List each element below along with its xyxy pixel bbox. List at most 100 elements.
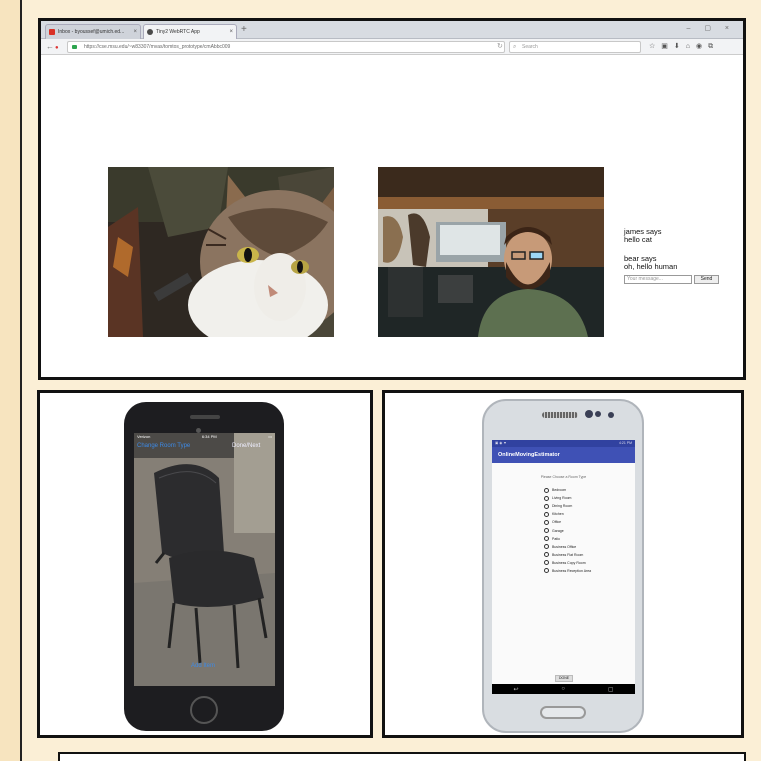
room-type-label: Business Flat Room [552, 552, 584, 557]
radio-button-icon[interactable] [544, 519, 549, 525]
room-type-option[interactable]: Business Copy Room [544, 559, 591, 567]
tab-label: Tiny2 WebRTC App [156, 29, 200, 35]
local-video-person [378, 167, 604, 337]
radio-button-icon[interactable] [544, 536, 549, 542]
page-margin [0, 0, 22, 761]
room-type-label: Garage [552, 528, 564, 533]
sensor [608, 412, 614, 418]
reload-icon[interactable]: ↻ [497, 42, 503, 52]
person-image [378, 167, 604, 337]
room-type-option[interactable]: Business Flat Room [544, 551, 591, 559]
android-screenshot-panel: ▣ ◉ ▼ 4:21 PM OnlineMovingEstimator Plea… [382, 390, 744, 738]
ios-status-bar: Verizon 6:34 PM ▭ [137, 434, 272, 439]
close-tab-icon[interactable]: × [229, 25, 233, 39]
browser-tab-bar: Inbox - byoussef@umich.ed... × Tiny2 Web… [41, 21, 743, 39]
send-button[interactable]: Send [694, 275, 719, 284]
radio-button-icon[interactable] [544, 568, 549, 574]
close-tab-icon[interactable]: × [133, 25, 137, 39]
star-icon[interactable]: ☆ [649, 43, 661, 50]
download-icon[interactable]: ⬇ [674, 43, 686, 50]
room-type-label: Business Copy Room [552, 560, 586, 565]
extension-icon[interactable]: ⧉ [708, 43, 719, 50]
room-type-label: Kitchen [552, 512, 564, 517]
room-type-label: Office [552, 520, 562, 525]
back-arrow-icon[interactable]: ← [46, 41, 54, 53]
room-type-option[interactable]: Business Office [544, 543, 591, 551]
url-bar[interactable]: https://cse.msu.edu/~w83307/mvas/tomtos_… [67, 41, 505, 53]
home-icon[interactable]: ⌂ [686, 43, 696, 50]
new-tab-button[interactable]: + [241, 23, 247, 37]
room-type-option[interactable]: Living Room [544, 494, 591, 502]
room-type-option[interactable]: Dining Room [544, 502, 591, 510]
add-item-button[interactable]: Add Item [191, 663, 215, 669]
tab-inbox[interactable]: Inbox - byoussef@umich.ed... × [45, 24, 141, 39]
site-identity-icon[interactable]: ● [55, 42, 59, 54]
room-type-label: Bedroom [552, 488, 567, 493]
room-type-option[interactable]: Kitchen [544, 510, 591, 518]
sensor [595, 411, 601, 417]
back-icon[interactable]: ↩ [513, 686, 518, 693]
change-room-type-button[interactable]: Change Room Type [137, 443, 190, 449]
chat-message: oh, hello human [624, 262, 678, 271]
bottom-screenshot-panel [58, 752, 746, 761]
page-divider-line [20, 0, 22, 761]
toolbar-icons[interactable]: ☆▣⬇⌂◉⧉ [649, 41, 719, 53]
chat-message: hello cat [624, 235, 652, 244]
app-bar: OnlineMovingEstimator [492, 447, 635, 463]
home-circle-icon[interactable]: ○ [561, 686, 565, 692]
cat-image [108, 167, 334, 337]
room-type-label: Patio [552, 536, 560, 541]
radio-button-icon[interactable] [544, 544, 549, 550]
radio-button-icon[interactable] [544, 552, 549, 558]
notification-icons: ▣ ◉ ▼ [495, 441, 507, 445]
room-type-option[interactable]: Garage [544, 526, 591, 534]
phone-speaker [190, 415, 220, 419]
room-type-option[interactable]: Bedroom [544, 486, 591, 494]
room-type-radio-group: Bedroom Living Room Dining Room Kitchen Offi… [544, 486, 591, 575]
browser-nav-bar: ← ● https://cse.msu.edu/~w83307/mvas/tom… [41, 39, 743, 55]
room-type-option[interactable]: Patio [544, 535, 591, 543]
room-type-label: Business Reception Area [552, 568, 592, 573]
window-controls[interactable]: – ▢ × [687, 23, 735, 35]
room-type-prompt: Please Choose a Room Type [540, 475, 587, 479]
radio-button-icon[interactable] [544, 560, 549, 566]
chair-image [134, 433, 275, 686]
front-camera [585, 410, 593, 418]
reading-list-icon[interactable]: ▣ [661, 43, 674, 50]
app-title: OnlineMovingEstimator [498, 452, 560, 458]
android-status-bar: ▣ ◉ ▼ 4:21 PM [492, 440, 635, 447]
done-button[interactable]: DONE [555, 675, 573, 682]
android-device: ▣ ◉ ▼ 4:21 PM OnlineMovingEstimator Plea… [482, 399, 644, 733]
battery-icon: ▭ [268, 434, 272, 439]
radio-button-icon[interactable] [544, 511, 549, 517]
room-type-option[interactable]: Office [544, 518, 591, 526]
radio-button-icon[interactable] [544, 487, 549, 493]
search-icon: ⌕ [513, 44, 517, 50]
status-time: 4:21 PM [618, 441, 632, 445]
carrier-label: Verizon [137, 434, 151, 439]
room-type-label: Living Room [552, 496, 572, 501]
radio-button-icon[interactable] [544, 495, 549, 501]
android-nav-bar: ↩ ○ ▢ [492, 684, 635, 694]
home-button[interactable] [540, 706, 586, 719]
android-screen: ▣ ◉ ▼ 4:21 PM OnlineMovingEstimator Plea… [492, 440, 635, 694]
time-label: 6:34 PM [201, 434, 217, 439]
search-input[interactable]: ⌕ Search [509, 41, 641, 53]
pocket-icon[interactable]: ◉ [696, 43, 708, 50]
chat-messages: james says hello cat bear says oh, hello… [624, 228, 734, 271]
tab-webrtc-app[interactable]: Tiny2 WebRTC App × [143, 24, 237, 39]
ar-camera-view: Verizon 6:34 PM ▭ Change Room Type Done/… [134, 433, 275, 686]
recents-icon[interactable]: ▢ [608, 686, 614, 693]
home-button[interactable] [190, 696, 218, 724]
radio-button-icon[interactable] [544, 503, 549, 509]
lock-icon [72, 45, 77, 49]
chat-message-input[interactable]: Your message... [624, 275, 692, 284]
room-type-label: Dining Room [552, 504, 573, 509]
room-type-label: Business Office [552, 544, 577, 549]
room-type-option[interactable]: Business Reception Area [544, 567, 591, 575]
url-text: https://cse.msu.edu/~w83307/mvas/tomtos_… [84, 44, 231, 50]
browser-screenshot-panel: Inbox - byoussef@umich.ed... × Tiny2 Web… [38, 18, 746, 380]
webrtc-tab-icon [147, 29, 153, 35]
done-next-button[interactable]: Done/Next [232, 443, 260, 449]
radio-button-icon[interactable] [544, 528, 549, 534]
